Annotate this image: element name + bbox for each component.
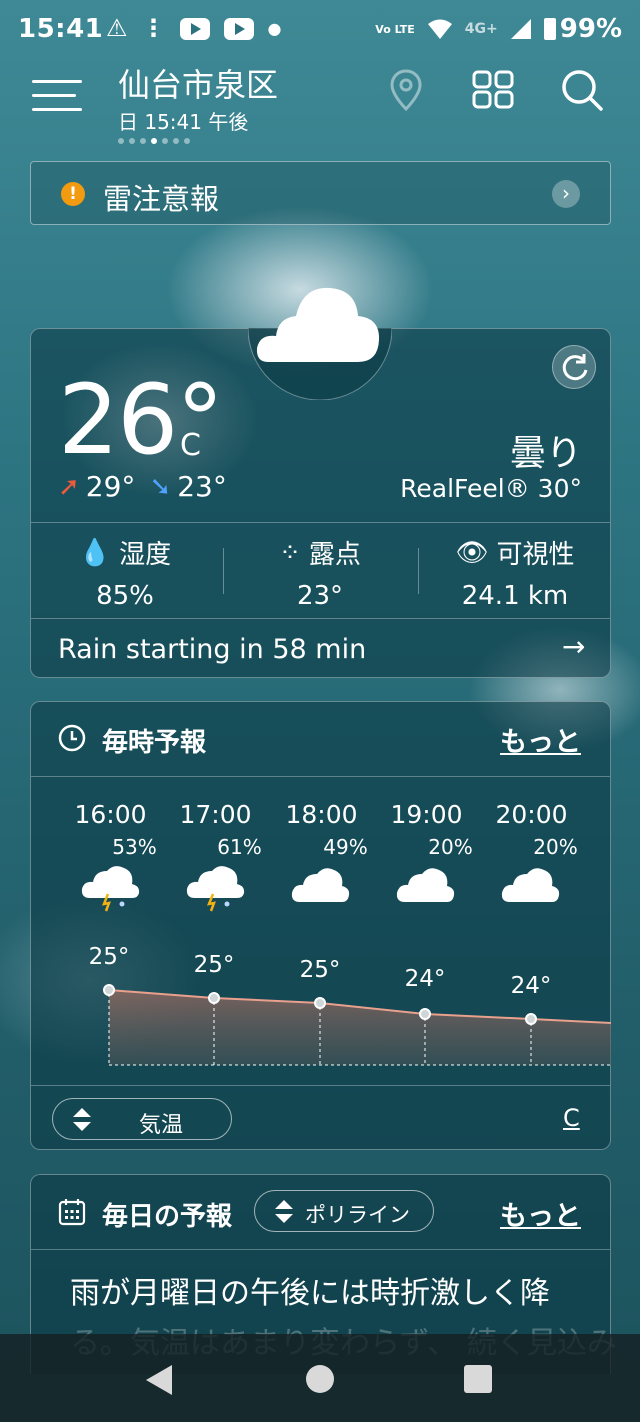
calendar-icon — [58, 1199, 86, 1226]
notification-icons: ⚠ ⋮ ● — [106, 14, 281, 44]
sort-updown-icon — [275, 1200, 293, 1223]
search-icon[interactable] — [560, 68, 604, 112]
visibility-stat: 👁 可視性 24.1 km — [420, 534, 610, 612]
temperature-line-graph — [103, 984, 611, 1066]
dewpoint-label: 露点 — [308, 540, 361, 570]
refresh-icon — [562, 354, 588, 381]
metric-selector[interactable]: 気温 — [52, 1098, 232, 1140]
grid-icon[interactable] — [472, 70, 514, 110]
volte-icon: Vo LTE — [375, 22, 415, 36]
hour-precip: 61% — [217, 835, 262, 859]
dewpoint-value: 23° — [296, 581, 344, 611]
high-temp: 29° — [85, 470, 136, 503]
wifi-icon — [427, 19, 452, 39]
home-button[interactable] — [306, 1365, 334, 1393]
visibility-label: 可視性 — [496, 540, 575, 570]
warning-icon: ⚠ — [106, 14, 128, 42]
network-type: 4G+ — [464, 21, 498, 37]
hour-time: 16:00 — [74, 800, 147, 829]
visibility-value: 24.1 km — [461, 581, 569, 611]
realfeel-text: RealFeel® 30° — [400, 474, 582, 503]
more-notifications-icon: ● — [267, 19, 282, 38]
divider — [418, 548, 419, 594]
cloud-icon — [248, 287, 392, 400]
hour-time: 18:00 — [285, 800, 358, 829]
hour-temp: 25° — [193, 952, 235, 978]
hour-time: 17:00 — [179, 800, 252, 829]
humidity-label: 湿度 — [119, 540, 172, 570]
daily-summary: 雨が月曜日の午後には時折激しく降 — [70, 1276, 550, 1311]
divider — [31, 618, 610, 619]
divider — [31, 522, 610, 523]
hour-precip: 49% — [323, 835, 368, 859]
divider — [31, 1085, 610, 1086]
minutecast-message[interactable]: Rain starting in 58 min — [58, 634, 366, 665]
sort-updown-icon — [73, 1108, 91, 1131]
refresh-button[interactable] — [552, 345, 596, 389]
arrow-down-icon: ➘ — [149, 471, 172, 502]
dewpoint-icon: ⁘ — [279, 537, 301, 568]
hour-precip: 20% — [428, 835, 473, 859]
hour-column[interactable]: 20:00 20% — [479, 800, 584, 859]
cloud-icon — [291, 868, 350, 902]
alert-icon: ! — [61, 182, 85, 206]
daily-view-selector[interactable]: ポリライン — [254, 1190, 434, 1232]
hour-time: 20:00 — [495, 800, 568, 829]
menu-button[interactable] — [32, 78, 86, 114]
status-time: 15:41 — [18, 14, 104, 44]
cell-signal-icon — [510, 19, 531, 39]
status-bar: 15:41 ⚠ ⋮ ● Vo LTE 4G+ 99% — [0, 0, 640, 62]
unit-toggle[interactable]: C — [563, 1104, 580, 1132]
hourly-title: 毎時予報 — [102, 728, 207, 758]
youtube-icon — [179, 18, 210, 40]
hour-precip: 20% — [533, 835, 578, 859]
low-temp: 23° — [177, 470, 227, 503]
hour-column[interactable]: 18:00 49% — [269, 800, 374, 859]
cloud-icon — [501, 868, 560, 902]
humidity-value: 85% — [96, 581, 154, 611]
eye-icon: 👁 — [455, 537, 489, 568]
current-datetime: 日 15:41 午後 — [118, 110, 249, 134]
alert-text: 雷注意報 — [103, 182, 220, 216]
daily-more-link[interactable]: もっと — [500, 1194, 581, 1233]
thunder-rain-cloud-icon — [186, 866, 245, 912]
hour-temp: 25° — [88, 944, 130, 970]
city-name[interactable]: 仙台市泉区 — [118, 60, 278, 106]
location-pin-icon[interactable] — [388, 68, 424, 112]
thunder-rain-cloud-icon — [81, 866, 140, 912]
hour-column[interactable]: 16:00 53% — [58, 800, 163, 859]
location-page-indicator — [118, 138, 190, 144]
arrow-up-icon: ➚ — [58, 471, 80, 502]
divider — [31, 1249, 610, 1250]
recents-button[interactable] — [464, 1365, 492, 1393]
high-low-temps: ➚ 29° ➘ 23° — [58, 470, 227, 503]
footsteps-icon: ⋮ — [141, 14, 166, 42]
cloud-icon — [396, 868, 455, 902]
temperature-unit: C — [180, 428, 201, 463]
back-button[interactable] — [146, 1365, 172, 1395]
arrow-right-icon[interactable]: → — [562, 630, 585, 663]
hour-time: 19:00 — [390, 800, 463, 829]
weather-alert-banner[interactable]: ! 雷注意報 › — [30, 161, 611, 225]
hourly-forecast-card — [30, 701, 611, 1150]
condition-text: 曇り — [509, 433, 582, 474]
hour-column[interactable]: 17:00 61% — [163, 800, 268, 859]
system-icons: Vo LTE 4G+ 99% — [375, 14, 622, 44]
chevron-right-icon: › — [552, 180, 580, 208]
hour-column[interactable]: 19:00 20% — [374, 800, 479, 859]
metric-selector-label: 気温 — [139, 1113, 184, 1138]
hour-precip: 53% — [112, 835, 157, 859]
humidity-stat: 💧 湿度 85% — [30, 534, 220, 612]
droplet-icon: 💧 — [78, 537, 112, 568]
divider — [223, 548, 224, 594]
battery-percent: 99% — [559, 14, 622, 44]
daily-view-label: ポリライン — [305, 1203, 410, 1227]
daily-title: 毎日の予報 — [102, 1202, 233, 1232]
hourly-more-link[interactable]: もっと — [500, 720, 581, 759]
battery-icon — [543, 18, 556, 40]
youtube-icon — [223, 18, 254, 40]
divider — [31, 776, 610, 777]
clock-icon — [58, 724, 86, 752]
dewpoint-stat: ⁘ 露点 23° — [225, 534, 415, 612]
